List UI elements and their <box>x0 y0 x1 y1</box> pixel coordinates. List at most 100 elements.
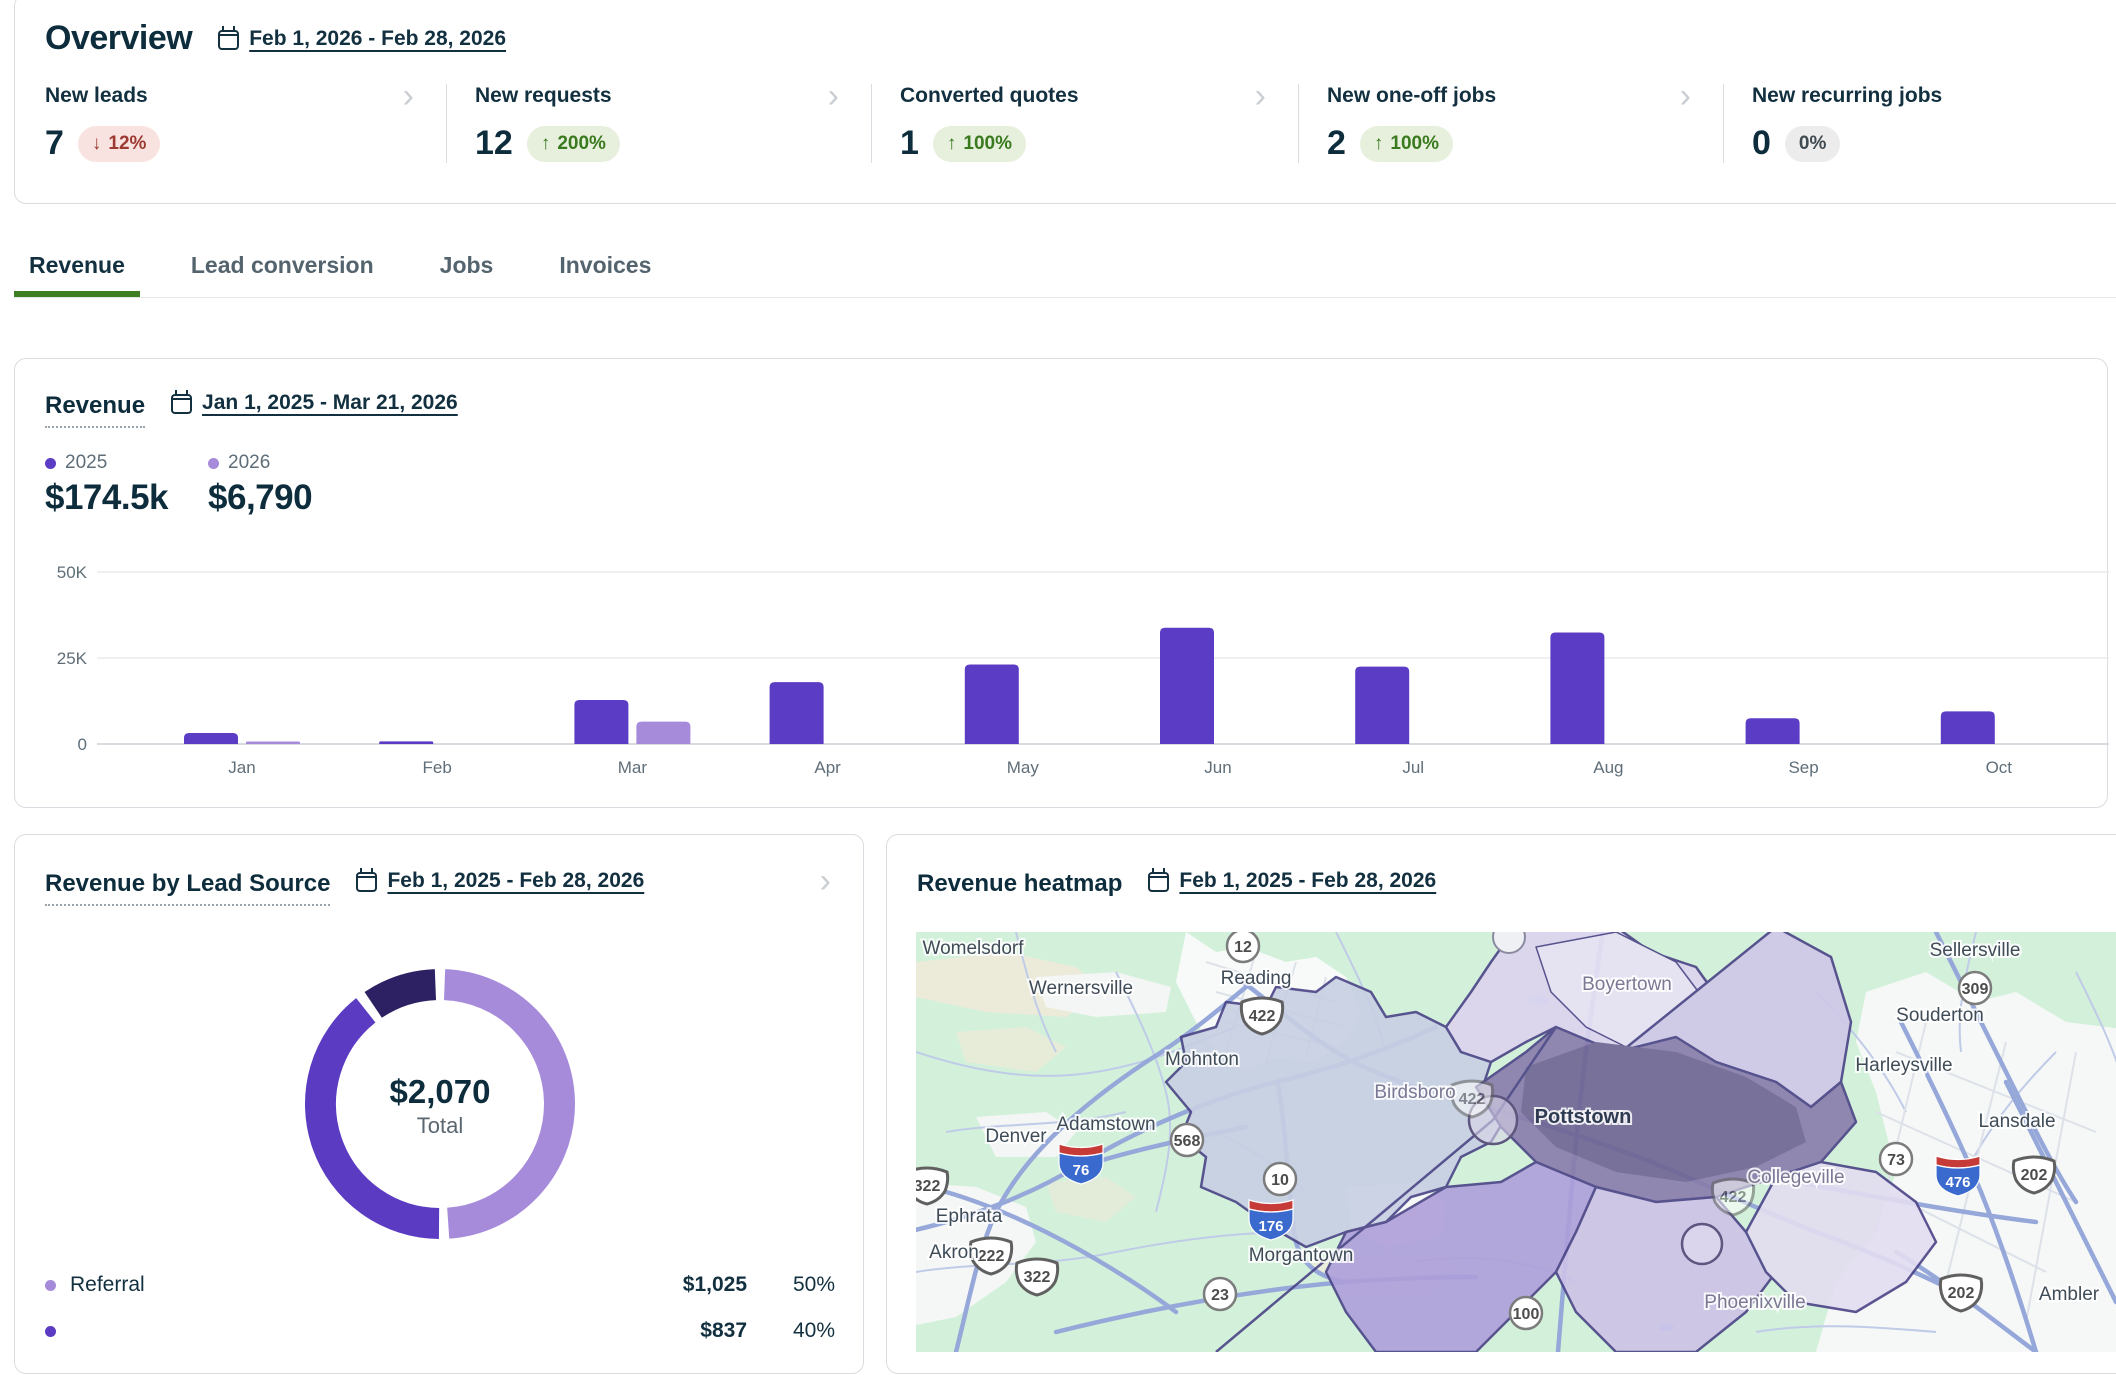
map-place-label: Akron <box>929 1242 979 1263</box>
kpi-label: New leads <box>45 84 148 108</box>
lead-source-label: Referral <box>70 1273 597 1297</box>
donut-center: $2,070 Total <box>15 1073 865 1139</box>
map-place-label: Ambler <box>2039 1284 2100 1305</box>
kpi-delta-badge: 0% <box>1785 126 1840 162</box>
lead-source-row-referral[interactable]: Referral $1,025 50% <box>45 1263 835 1307</box>
svg-text:73: 73 <box>1887 1152 1905 1169</box>
map-place-label: Sellersville <box>1930 940 2021 961</box>
kpi-new-recurring-jobs[interactable]: New recurring jobs› 0 0% <box>1723 84 2116 163</box>
tab-invoices[interactable]: Invoices <box>544 252 666 297</box>
map-marker[interactable] <box>1682 1224 1722 1264</box>
svg-text:Sep: Sep <box>1788 758 1818 777</box>
legend-year: 2025 <box>65 452 107 474</box>
calendar-icon <box>218 30 239 50</box>
bar <box>379 741 433 744</box>
arrow-up-icon: ↑ <box>947 133 957 155</box>
legend-total-2025: $174.5k <box>45 478 168 518</box>
kpi-new-one-off-jobs[interactable]: New one-off jobs› 2 ↑100% <box>1298 84 1723 163</box>
legend-dot <box>45 1326 56 1337</box>
overview-date-range-link[interactable]: Feb 1, 2026 - Feb 28, 2026 <box>218 27 506 51</box>
legend-year: 2026 <box>228 452 270 474</box>
kpi-delta-badge: ↓12% <box>78 126 161 162</box>
svg-text:422: 422 <box>1459 1091 1486 1108</box>
kpi-label: New recurring jobs <box>1752 84 1942 108</box>
svg-text:176: 176 <box>1258 1218 1283 1235</box>
kpi-delta: 12% <box>108 133 146 155</box>
kpi-delta-badge: ↑100% <box>1360 126 1453 162</box>
bar <box>1355 667 1409 744</box>
kpi-delta: 100% <box>963 133 1012 155</box>
svg-text:222: 222 <box>978 1248 1005 1265</box>
svg-text:May: May <box>1007 758 1040 777</box>
svg-text:23: 23 <box>1211 1287 1229 1304</box>
svg-text:422: 422 <box>1720 1189 1747 1206</box>
legend-dot-referral <box>45 1280 56 1291</box>
legend-total-2026: $6,790 <box>208 478 312 518</box>
chevron-right-icon[interactable]: › <box>828 86 839 106</box>
kpi-converted-quotes[interactable]: Converted quotes› 1 ↑100% <box>871 84 1298 163</box>
map-place-label: Harleysville <box>1855 1055 1952 1076</box>
map-place-label: Birdsboro <box>1374 1082 1455 1103</box>
legend-2025: 2025 $174.5k <box>45 452 168 518</box>
map-place-label: Mohnton <box>1165 1049 1239 1070</box>
map-place-label: Reading <box>1221 968 1292 989</box>
revenue-heatmap-card: Revenue heatmap Feb 1, 2025 - Feb 28, 20… <box>886 834 2116 1374</box>
overview-date-range: Feb 1, 2026 - Feb 28, 2026 <box>249 27 506 51</box>
bar <box>1160 628 1214 744</box>
svg-text:568: 568 <box>1174 1133 1201 1150</box>
svg-text:Jul: Jul <box>1402 758 1424 777</box>
svg-text:322: 322 <box>916 1178 940 1195</box>
svg-text:322: 322 <box>1024 1269 1051 1286</box>
revenue-chart-card: Revenue Jan 1, 2025 - Mar 21, 2026 2025 … <box>14 358 2108 808</box>
svg-text:202: 202 <box>1948 1285 1975 1302</box>
lead-source-row-2[interactable]: $837 40% <box>45 1309 835 1353</box>
route-shield-icon: 568 <box>1171 1124 1203 1156</box>
svg-text:202: 202 <box>2021 1167 2048 1184</box>
svg-text:Jun: Jun <box>1204 758 1231 777</box>
kpi-delta-badge: ↑200% <box>527 126 620 162</box>
revenue-bar-chart: 025K50KJanFebMarAprMayJunJulAugSepOct <box>15 359 2109 809</box>
tab-jobs[interactable]: Jobs <box>425 252 509 297</box>
heatmap-date-range: Feb 1, 2025 - Feb 28, 2026 <box>1179 869 1436 893</box>
map-place-label: Collegeville <box>1747 1167 1844 1188</box>
legend-dot-2025 <box>45 458 56 469</box>
heatmap-date-range-link[interactable]: Feb 1, 2025 - Feb 28, 2026 <box>1148 869 1436 893</box>
svg-text:Apr: Apr <box>814 758 841 777</box>
heatmap-map[interactable]: 1242242242256876101763222223222373476202… <box>916 932 2116 1352</box>
heatmap-header: Revenue heatmap Feb 1, 2025 - Feb 28, 20… <box>917 869 2116 898</box>
kpi-new-requests[interactable]: New requests› 12 ↑200% <box>446 84 871 163</box>
svg-text:76: 76 <box>1073 1162 1090 1179</box>
svg-text:Mar: Mar <box>618 758 648 777</box>
map-place-label: Ephrata <box>936 1206 1003 1227</box>
route-shield-icon: 73 <box>1880 1143 1912 1175</box>
chevron-right-icon[interactable]: › <box>1255 86 1266 106</box>
lead-source-pct: 40% <box>747 1319 835 1343</box>
bar <box>1550 633 1604 744</box>
lead-source-value: $837 <box>597 1319 747 1343</box>
bar <box>965 665 1019 744</box>
route-shield-icon: 12 <box>1227 932 1259 962</box>
map-place-label: Wernersville <box>1029 978 1133 999</box>
tab-revenue[interactable]: Revenue <box>14 252 140 297</box>
bar <box>246 742 300 745</box>
map-place-label: Phoenixville <box>1704 1292 1805 1313</box>
kpi-delta: 200% <box>557 133 606 155</box>
kpi-label: Converted quotes <box>900 84 1079 108</box>
analytics-dashboard: { "overview": { "title": "Overview", "da… <box>0 0 2116 1324</box>
kpi-new-leads[interactable]: New leads› 7 ↓12% <box>15 84 446 163</box>
bar <box>1746 718 1800 744</box>
chevron-right-icon[interactable]: › <box>1680 86 1691 106</box>
route-shield-icon: 23 <box>1204 1278 1236 1310</box>
svg-text:422: 422 <box>1249 1008 1276 1025</box>
overview-header: Overview Feb 1, 2026 - Feb 28, 2026 <box>45 19 2116 58</box>
kpi-row: New leads› 7 ↓12% New requests› 12 ↑200%… <box>15 84 2116 163</box>
tab-lead-conversion[interactable]: Lead conversion <box>176 252 389 297</box>
revenue-legend: 2025 $174.5k 2026 $6,790 <box>45 452 2107 518</box>
kpi-value: 12 <box>475 124 513 163</box>
svg-text:Jan: Jan <box>228 758 255 777</box>
svg-text:25K: 25K <box>57 649 88 668</box>
report-tabs: Revenue Lead conversion Jobs Invoices <box>14 252 2116 298</box>
chevron-right-icon[interactable]: › <box>403 86 414 106</box>
kpi-delta: 0% <box>1799 133 1826 155</box>
svg-text:12: 12 <box>1234 939 1252 956</box>
